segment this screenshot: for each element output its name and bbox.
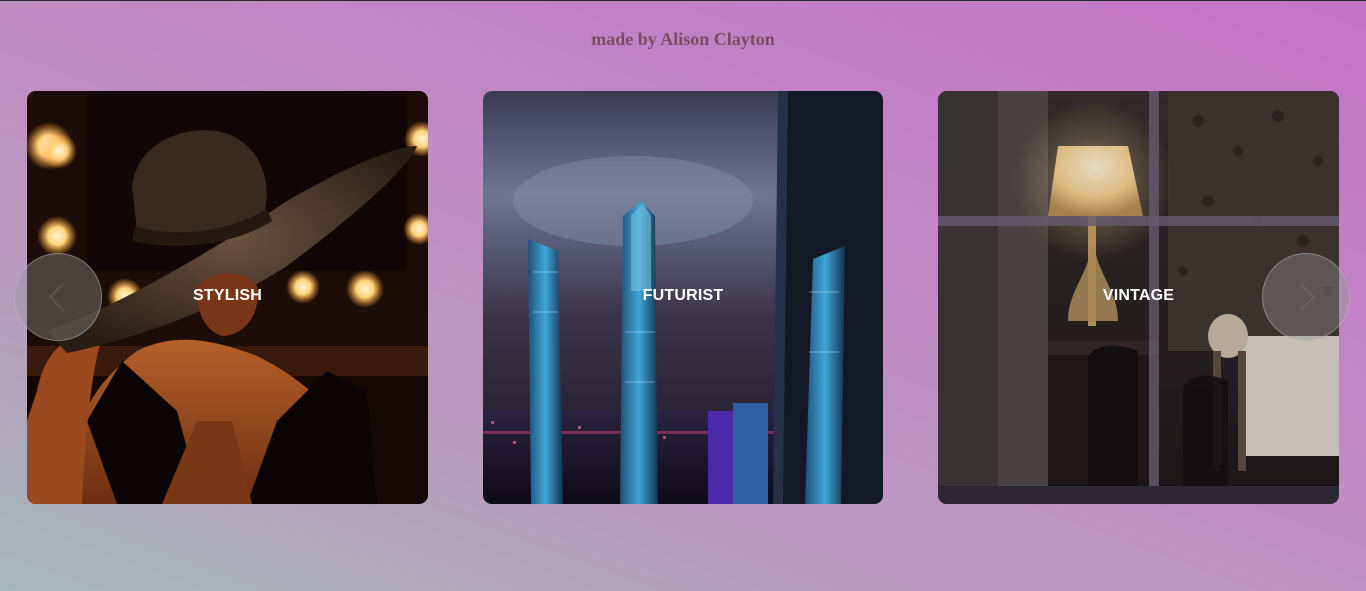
chevron-right-icon xyxy=(1299,282,1316,312)
chevron-left-icon xyxy=(48,282,65,312)
credit-text: made by Alison Clayton xyxy=(591,29,775,49)
slide-label-futurist: FUTURIST xyxy=(642,287,724,304)
previous-slide-button[interactable] xyxy=(14,253,102,341)
slide-futurist[interactable]: FUTURIST xyxy=(483,91,883,504)
next-slide-button[interactable] xyxy=(1262,253,1350,341)
